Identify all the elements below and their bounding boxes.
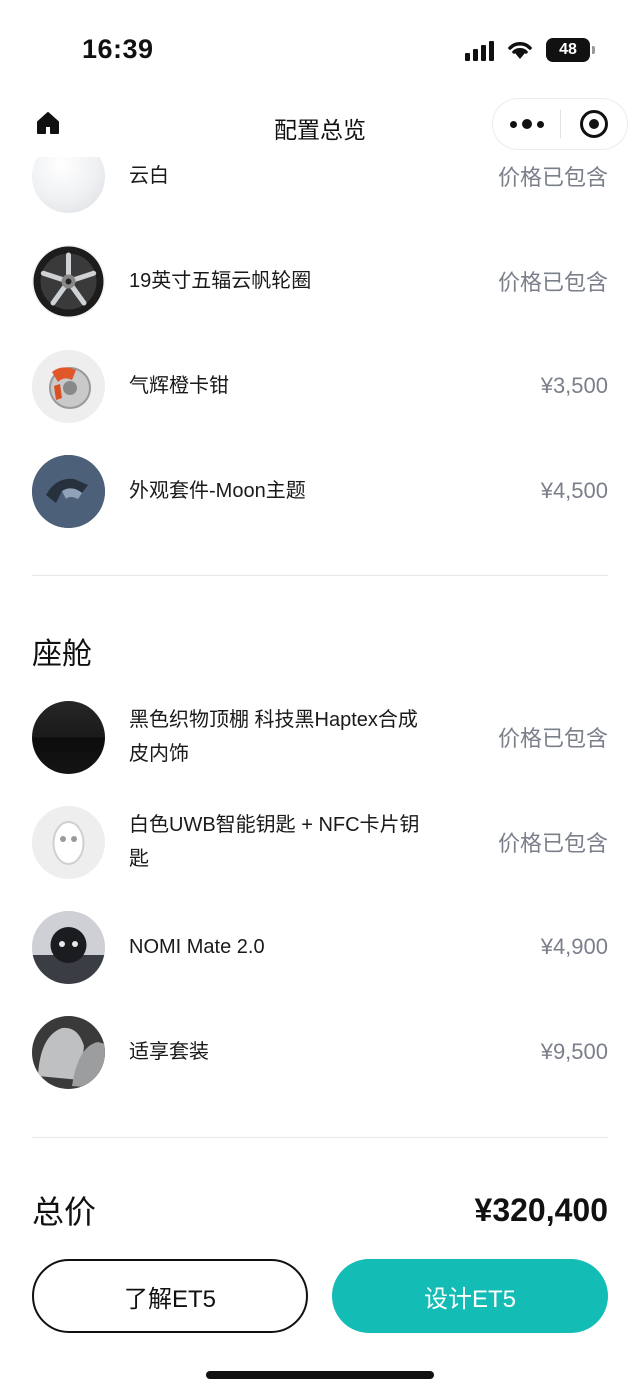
list-item: 气辉橙卡钳 ¥3,500 xyxy=(32,341,608,431)
moon-theme-kit-icon xyxy=(32,454,105,528)
cellular-signal-icon xyxy=(465,39,494,61)
item-name: 气辉橙卡钳 xyxy=(129,375,229,397)
total-price: ¥320,400 xyxy=(474,1191,608,1228)
item-name: 云白 xyxy=(129,165,169,187)
list-item: 适享套装 ¥9,500 xyxy=(32,1007,608,1097)
list-item: 白色UWB智能钥匙 + NFC卡片钥匙 价格已包含 xyxy=(32,797,608,887)
item-price: 价格已包含 xyxy=(497,165,608,190)
item-price: 价格已包含 xyxy=(497,726,608,751)
config-list[interactable]: 云白 价格已包含 19英寸五辐云帆轮圈 价格已包含 气辉橙卡钳 ¥3,500 外… xyxy=(0,157,640,1242)
learn-et5-button[interactable]: 了解ET5 xyxy=(32,1259,308,1333)
more-dots-icon[interactable] xyxy=(493,99,560,149)
home-indicator xyxy=(206,1371,434,1379)
list-item: 19英寸五辐云帆轮圈 价格已包含 xyxy=(32,236,608,326)
battery-level: 48 xyxy=(559,41,577,58)
section-divider xyxy=(32,1137,608,1138)
list-item: 云白 价格已包含 xyxy=(32,157,608,221)
section-divider xyxy=(32,575,608,576)
total-row: 总价 ¥320,400 xyxy=(32,1180,608,1240)
nomi-mate-icon xyxy=(32,910,105,984)
wifi-icon xyxy=(508,42,532,59)
orange-brake-caliper-icon xyxy=(32,349,105,423)
list-item: NOMI Mate 2.0 ¥4,900 xyxy=(32,902,608,992)
item-price: 价格已包含 xyxy=(497,831,608,856)
list-item: 外观套件-Moon主题 ¥4,500 xyxy=(32,446,608,536)
battery-icon: 48 xyxy=(546,38,595,62)
status-time: 16:39 xyxy=(82,34,154,64)
section-title-cabin: 座舱 xyxy=(32,638,92,671)
status-icons: 48 xyxy=(465,38,595,62)
item-price: ¥9,500 xyxy=(540,1039,608,1064)
item-name: 19英寸五辐云帆轮圈 xyxy=(129,270,312,292)
status-bar: 16:39 48 xyxy=(0,0,640,100)
smart-key-icon xyxy=(32,805,105,879)
item-price: ¥3,500 xyxy=(540,373,608,398)
item-name: 外观套件-Moon主题 xyxy=(129,480,306,502)
mini-program-capsule xyxy=(492,98,628,150)
item-price: ¥4,900 xyxy=(540,934,608,959)
item-name: 白色UWB智能钥匙 + NFC卡片钥匙 xyxy=(129,814,420,870)
item-price: 价格已包含 xyxy=(497,270,608,295)
item-price: ¥4,500 xyxy=(540,478,608,503)
comfort-seat-package-icon xyxy=(32,1015,105,1089)
black-fabric-swatch-icon xyxy=(32,700,105,774)
item-name: 适享套装 xyxy=(129,1041,209,1063)
white-paint-swatch-icon xyxy=(32,157,105,213)
nav-bar: 配置总览 xyxy=(0,95,640,157)
item-name: 黑色织物顶棚 科技黑Haptex合成皮内饰 xyxy=(129,709,418,765)
item-name: NOMI Mate 2.0 xyxy=(129,936,265,958)
target-close-icon[interactable] xyxy=(561,99,627,149)
list-item: 黑色织物顶棚 科技黑Haptex合成皮内饰 价格已包含 xyxy=(32,692,608,782)
wheel-rim-icon xyxy=(32,244,105,318)
design-et5-button[interactable]: 设计ET5 xyxy=(332,1259,608,1333)
total-label: 总价 xyxy=(32,1194,97,1230)
